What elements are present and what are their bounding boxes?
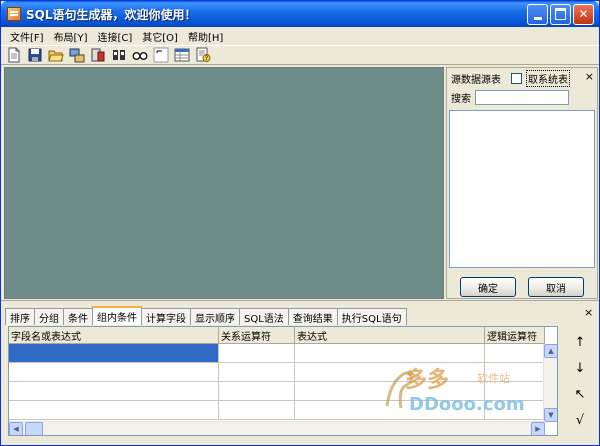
grid-cell[interactable] bbox=[219, 344, 295, 363]
panel-splitter[interactable] bbox=[1, 300, 599, 301]
search-input[interactable] bbox=[475, 90, 569, 105]
minimize-button[interactable] bbox=[527, 3, 548, 25]
menu-file[interactable]: 文件[F] bbox=[5, 29, 49, 44]
grid-cell[interactable] bbox=[9, 401, 219, 420]
tab-sql-syntax[interactable]: SQL语法 bbox=[239, 308, 289, 325]
window-title: SQL语句生成器，欢迎你使用！ bbox=[26, 7, 197, 22]
source-table-title: 源数据源表 bbox=[451, 74, 501, 86]
app-icon bbox=[7, 7, 21, 21]
arrow-up-left-icon[interactable]: ↖ bbox=[569, 383, 591, 405]
grid-cell[interactable] bbox=[9, 344, 219, 363]
title-bar[interactable]: SQL语句生成器，欢迎你使用！ ✕ bbox=[1, 1, 599, 27]
grid-cell[interactable] bbox=[485, 401, 545, 420]
search-label: 搜索 bbox=[451, 94, 471, 105]
table-row[interactable] bbox=[9, 382, 545, 401]
ok-button[interactable]: 确定 bbox=[460, 277, 516, 297]
grid-cell[interactable] bbox=[9, 382, 219, 401]
menu-bar: 文件[F] 布局[Y] 连接[C] 其它[O] 帮助[H] bbox=[1, 27, 599, 45]
source-table-panel-header: 源数据源表 取系统表 × bbox=[449, 69, 597, 87]
cancel-button[interactable]: 取消 bbox=[528, 277, 584, 297]
grid-body bbox=[9, 344, 545, 420]
maximize-button[interactable] bbox=[550, 3, 571, 25]
table-row[interactable] bbox=[9, 401, 545, 420]
scroll-up-icon[interactable]: ▲ bbox=[544, 344, 557, 358]
tab-group-condition[interactable]: 组内条件 bbox=[92, 306, 142, 325]
grid-cell[interactable] bbox=[485, 363, 545, 382]
menu-connect[interactable]: 连接[C] bbox=[92, 29, 137, 44]
open-folder-icon[interactable] bbox=[48, 47, 64, 63]
source-table-panel: 源数据源表 取系统表 × 搜索 确定 取消 bbox=[446, 67, 598, 299]
find-icon[interactable] bbox=[132, 47, 148, 63]
table-row[interactable] bbox=[9, 363, 545, 382]
app-window: SQL语句生成器，欢迎你使用！ ✕ 文件[F] 布局[Y] 连接[C] 其它[O… bbox=[0, 0, 600, 446]
grid-cell[interactable] bbox=[485, 344, 545, 363]
menu-layout[interactable]: 布局[Y] bbox=[49, 29, 93, 44]
database-icon[interactable] bbox=[90, 47, 106, 63]
text-icon[interactable] bbox=[153, 47, 169, 63]
group-condition-grid[interactable]: 字段名或表达式 关系运算符 表达式 逻辑运算符 ▲ ▼ ◀ ▶ bbox=[8, 326, 558, 436]
query-design-canvas[interactable] bbox=[4, 67, 444, 299]
tab-sort[interactable]: 排序 bbox=[5, 308, 35, 325]
vertical-scrollbar[interactable]: ▲ ▼ bbox=[543, 344, 557, 422]
source-table-list[interactable] bbox=[449, 110, 595, 268]
svg-text:?: ? bbox=[205, 55, 208, 62]
horizontal-scrollbar[interactable]: ◀ ▶ bbox=[9, 421, 545, 435]
system-table-label[interactable]: 取系统表 bbox=[526, 69, 570, 87]
system-table-checkbox[interactable] bbox=[511, 72, 522, 84]
tab-display-order[interactable]: 显示顺序 bbox=[190, 308, 240, 325]
scroll-down-icon[interactable]: ▼ bbox=[544, 408, 557, 422]
scroll-left-icon[interactable]: ◀ bbox=[9, 422, 23, 435]
column-header-field[interactable]: 字段名或表达式 bbox=[9, 327, 219, 344]
grid-cell[interactable] bbox=[219, 363, 295, 382]
tab-execute-sql[interactable]: 执行SQL语句 bbox=[336, 308, 407, 325]
tab-condition[interactable]: 条件 bbox=[63, 308, 93, 325]
table-row[interactable] bbox=[9, 344, 545, 363]
grid-cell[interactable] bbox=[219, 382, 295, 401]
move-up-icon[interactable]: ↑ bbox=[569, 331, 591, 353]
menu-other[interactable]: 其它[O] bbox=[137, 29, 183, 44]
condition-tabs: 排序 分组 条件 组内条件 计算字段 显示顺序 SQL语法 查询结果 执行SQL… bbox=[5, 306, 407, 325]
help-icon[interactable]: ? bbox=[195, 47, 211, 63]
move-down-icon[interactable]: ↓ bbox=[569, 357, 591, 379]
close-icon[interactable]: × bbox=[585, 70, 594, 83]
column-header-logic[interactable]: 逻辑运算符 bbox=[485, 327, 545, 344]
grid-cell[interactable] bbox=[295, 382, 485, 401]
tab-computed-field[interactable]: 计算字段 bbox=[141, 308, 191, 325]
split-icon[interactable] bbox=[111, 47, 127, 63]
tab-group[interactable]: 分组 bbox=[34, 308, 64, 325]
save-icon[interactable] bbox=[27, 47, 43, 63]
grid-cell[interactable] bbox=[295, 344, 485, 363]
grid-cell[interactable] bbox=[295, 401, 485, 420]
scroll-thumb[interactable] bbox=[25, 422, 43, 435]
row-action-icons: ↑ ↓ ↖ √ bbox=[569, 331, 591, 435]
tab-query-result[interactable]: 查询结果 bbox=[287, 308, 338, 325]
column-header-relation[interactable]: 关系运算符 bbox=[219, 327, 295, 344]
close-button[interactable]: ✕ bbox=[573, 3, 594, 25]
toolbar: ? bbox=[1, 45, 599, 65]
grid-cell[interactable] bbox=[485, 382, 545, 401]
table-icon[interactable] bbox=[174, 47, 190, 63]
grid-cell[interactable] bbox=[295, 363, 485, 382]
grid-cell[interactable] bbox=[9, 363, 219, 382]
new-file-icon[interactable] bbox=[6, 47, 22, 63]
search-row: 搜索 bbox=[451, 90, 569, 105]
menu-help[interactable]: 帮助[H] bbox=[183, 29, 228, 44]
grid-header: 字段名或表达式 关系运算符 表达式 逻辑运算符 bbox=[9, 327, 545, 344]
column-header-expression[interactable]: 表达式 bbox=[295, 327, 485, 344]
close-icon[interactable]: × bbox=[584, 306, 593, 319]
checkmark-icon[interactable]: √ bbox=[569, 409, 591, 431]
scroll-right-icon[interactable]: ▶ bbox=[531, 422, 545, 435]
grid-cell[interactable] bbox=[219, 401, 295, 420]
connect-icon[interactable] bbox=[69, 47, 85, 63]
